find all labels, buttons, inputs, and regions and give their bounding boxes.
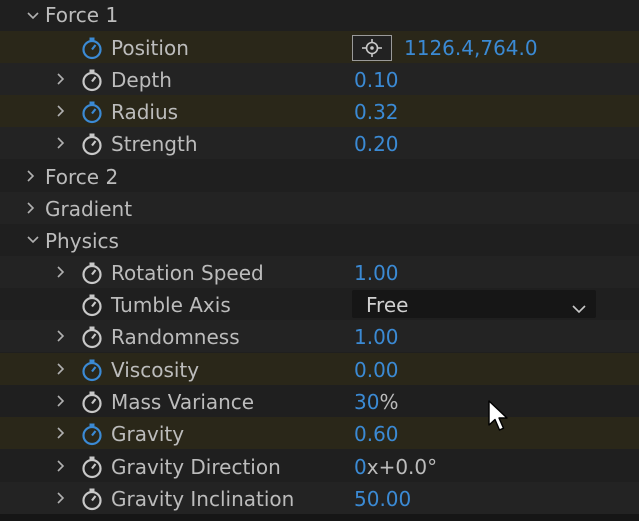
radius-value[interactable]: 0.32 <box>354 100 399 124</box>
property-rotation-speed[interactable]: Rotation Speed 1.00 <box>0 256 639 288</box>
effect-controls-panel: Force 1 Position 1126.4,764.0 Depth 0.10… <box>0 0 639 521</box>
property-label: Position <box>111 36 189 60</box>
chevron-right-icon[interactable] <box>54 488 68 508</box>
gravity-inclination-value[interactable]: 50.00 <box>354 487 411 511</box>
gravity-value[interactable]: 0.60 <box>354 422 399 446</box>
mass-variance-value[interactable]: 30 <box>354 390 379 414</box>
stopwatch-icon[interactable] <box>80 100 104 124</box>
tumble-axis-dropdown[interactable]: Free <box>352 290 596 318</box>
property-gravity-inclination[interactable]: Gravity Inclination 50.00 <box>0 482 639 514</box>
property-label: Rotation Speed <box>111 261 264 285</box>
property-label: Radius <box>111 100 179 124</box>
group-gradient[interactable]: Gradient <box>0 192 639 224</box>
property-label: Gravity <box>111 422 185 446</box>
group-force-2[interactable]: Force 2 <box>0 160 639 192</box>
property-gravity-direction[interactable]: Gravity Direction 0x+0.0° <box>0 450 639 482</box>
degree-symbol: ° <box>427 455 438 479</box>
stopwatch-icon[interactable] <box>80 293 104 317</box>
degrees-value[interactable]: +0.0 <box>379 455 428 479</box>
percent-unit: % <box>379 390 399 414</box>
depth-value[interactable]: 0.10 <box>354 68 399 92</box>
chevron-down-icon[interactable] <box>26 230 40 250</box>
strength-value[interactable]: 0.20 <box>354 132 399 156</box>
property-label: Gravity Direction <box>111 455 281 479</box>
chevron-right-icon[interactable] <box>24 166 38 186</box>
property-label: Mass Variance <box>111 390 255 414</box>
property-gravity[interactable]: Gravity 0.60 <box>0 417 639 449</box>
position-value[interactable]: 1126.4,764.0 <box>404 36 538 60</box>
property-mass-variance[interactable]: Mass Variance 30% <box>0 385 639 417</box>
chevron-right-icon[interactable] <box>54 262 68 282</box>
stopwatch-icon[interactable] <box>80 455 104 479</box>
revolutions-value[interactable]: 0 <box>354 455 367 479</box>
mouse-pointer-icon <box>487 400 509 434</box>
chevron-right-icon[interactable] <box>54 133 68 153</box>
gravity-direction-field[interactable]: 0x+0.0° <box>354 455 437 479</box>
group-physics[interactable]: Physics <box>0 224 639 256</box>
property-position[interactable]: Position 1126.4,764.0 <box>0 31 639 63</box>
dropdown-selected: Free <box>366 293 409 317</box>
mass-variance-field[interactable]: 30% <box>354 390 398 414</box>
property-label: Gravity Inclination <box>111 487 295 511</box>
stopwatch-icon[interactable] <box>80 390 104 414</box>
property-depth[interactable]: Depth 0.10 <box>0 63 639 95</box>
stopwatch-icon[interactable] <box>80 487 104 511</box>
group-label: Physics <box>45 229 119 253</box>
rotation-speed-value[interactable]: 1.00 <box>354 261 399 285</box>
property-label: Tumble Axis <box>111 293 231 317</box>
property-label: Randomness <box>111 325 240 349</box>
stopwatch-icon[interactable] <box>80 36 104 60</box>
stopwatch-icon[interactable] <box>80 422 104 446</box>
stopwatch-icon[interactable] <box>80 132 104 156</box>
group-label: Gradient <box>45 197 133 221</box>
property-strength[interactable]: Strength 0.20 <box>0 127 639 159</box>
chevron-right-icon[interactable] <box>54 456 68 476</box>
property-radius[interactable]: Radius 0.32 <box>0 95 639 127</box>
chevron-down-icon <box>572 297 586 314</box>
chevron-right-icon[interactable] <box>54 326 68 346</box>
stopwatch-icon[interactable] <box>80 68 104 92</box>
revolutions-separator: x <box>366 455 379 479</box>
chevron-right-icon[interactable] <box>54 359 68 379</box>
property-label: Strength <box>111 132 198 156</box>
chevron-right-icon[interactable] <box>54 391 68 411</box>
chevron-right-icon[interactable] <box>54 423 68 443</box>
chevron-right-icon[interactable] <box>24 198 38 218</box>
property-randomness[interactable]: Randomness 1.00 <box>0 320 639 352</box>
group-label: Force 2 <box>45 165 119 189</box>
chevron-right-icon[interactable] <box>54 69 68 89</box>
stopwatch-icon[interactable] <box>80 261 104 285</box>
stopwatch-icon[interactable] <box>80 358 104 382</box>
viscosity-value[interactable]: 0.00 <box>354 358 399 382</box>
panel-bottom-divider <box>0 514 639 521</box>
property-label: Viscosity <box>111 358 200 382</box>
property-viscosity[interactable]: Viscosity 0.00 <box>0 353 639 385</box>
randomness-value[interactable]: 1.00 <box>354 325 399 349</box>
property-tumble-axis[interactable]: Tumble Axis Free <box>0 288 639 320</box>
crosshair-icon[interactable] <box>352 35 392 61</box>
group-force-1[interactable]: Force 1 <box>0 0 639 32</box>
chevron-right-icon[interactable] <box>54 101 68 121</box>
group-label: Force 1 <box>45 3 119 27</box>
stopwatch-icon[interactable] <box>80 325 104 349</box>
property-label: Depth <box>111 68 172 92</box>
chevron-down-icon[interactable] <box>26 6 40 26</box>
